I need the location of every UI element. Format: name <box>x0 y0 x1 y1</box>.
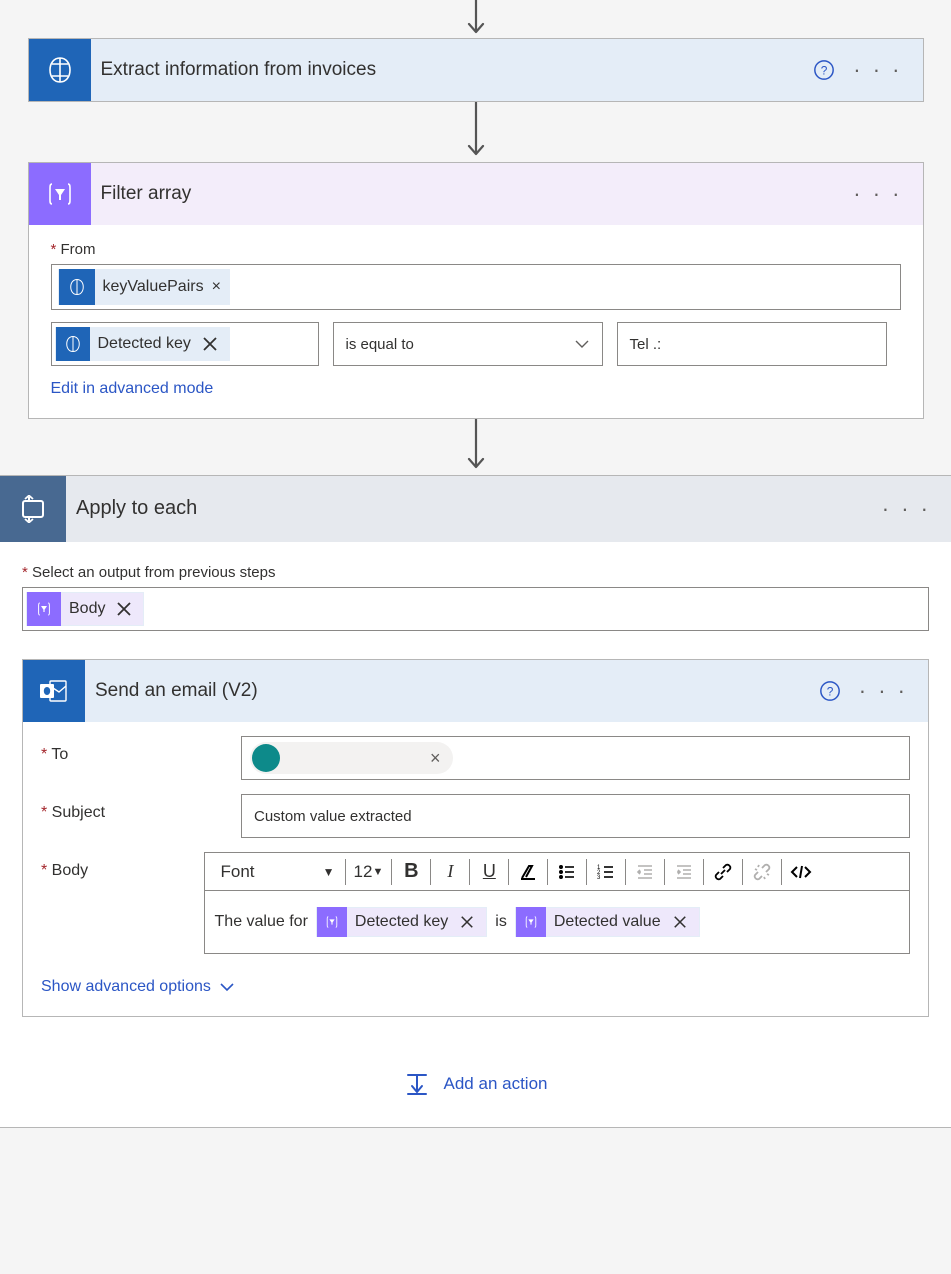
link-button[interactable] <box>708 855 738 889</box>
step-title: Apply to each <box>66 497 882 520</box>
flow-arrow <box>0 419 951 475</box>
subject-label: * Subject <box>41 794 241 822</box>
more-menu[interactable]: · · · <box>853 189 902 199</box>
remove-token[interactable] <box>199 333 221 355</box>
help-icon[interactable]: ? <box>819 680 841 702</box>
token-body[interactable]: Body <box>26 592 144 626</box>
body-content[interactable]: The value for Detected key is Detected v <box>205 891 909 953</box>
text-color-button[interactable] <box>513 855 543 889</box>
more-menu[interactable]: · · · <box>882 504 931 514</box>
condition-operator[interactable]: is equal to <box>333 322 603 366</box>
remove-token[interactable] <box>113 598 135 620</box>
body-label: * Body <box>41 852 204 880</box>
step-send-email[interactable]: Send an email (V2) ? · · · * To × <box>22 659 929 1017</box>
to-label: * To <box>41 736 241 764</box>
step-apply-to-each[interactable]: Apply to each · · · * Select an output f… <box>0 475 951 1128</box>
bold-button[interactable]: B <box>396 855 426 889</box>
ai-token-icon <box>59 269 95 305</box>
filter-token-icon <box>516 907 546 937</box>
from-label: * From <box>51 241 901 258</box>
remove-token[interactable]: × <box>212 278 221 296</box>
token-detected-key[interactable]: Detected key <box>55 327 230 361</box>
more-menu[interactable]: · · · <box>853 65 902 75</box>
remove-recipient[interactable]: × <box>430 748 441 769</box>
svg-text:?: ? <box>821 63 828 77</box>
font-family-select[interactable]: Font ▼ <box>211 855 341 889</box>
outdent-button[interactable] <box>630 855 660 889</box>
help-icon[interactable]: ? <box>813 59 835 81</box>
code-view-button[interactable] <box>786 855 816 889</box>
chevron-down-icon <box>219 979 235 995</box>
number-list-button[interactable]: 123 <box>591 855 621 889</box>
step-extract-invoices[interactable]: Extract information from invoices ? · · … <box>28 38 924 102</box>
filter-token-icon <box>27 592 61 626</box>
ai-builder-icon <box>29 39 91 101</box>
step-filter-array[interactable]: Filter array · · · * From keyValuePairs … <box>28 162 924 419</box>
chevron-down-icon <box>574 336 590 352</box>
ai-token-icon <box>56 327 90 361</box>
bullet-list-button[interactable] <box>552 855 582 889</box>
outlook-icon <box>23 660 85 722</box>
body-editor[interactable]: Font ▼ 12 ▼ B I <box>204 852 910 954</box>
condition-left[interactable]: Detected key <box>51 322 319 366</box>
step-title: Filter array <box>91 183 854 205</box>
remove-token[interactable] <box>669 911 691 933</box>
add-action-button[interactable]: Add an action <box>0 1017 951 1127</box>
unlink-button[interactable] <box>747 855 777 889</box>
step-title: Extract information from invoices <box>91 59 814 81</box>
subject-input[interactable]: Custom value extracted <box>241 794 910 838</box>
condition-right[interactable]: Tel .: <box>617 322 887 366</box>
italic-button[interactable]: I <box>435 855 465 889</box>
token-keyvaluepairs[interactable]: keyValuePairs × <box>58 269 230 305</box>
flow-arrow <box>0 0 951 38</box>
font-size-select[interactable]: 12 ▼ <box>350 855 388 889</box>
flow-arrow <box>0 102 951 162</box>
show-advanced-options-link[interactable]: Show advanced options <box>41 978 235 996</box>
add-step-icon <box>404 1071 430 1097</box>
avatar <box>252 744 280 772</box>
remove-token[interactable] <box>456 911 478 933</box>
indent-button[interactable] <box>669 855 699 889</box>
token-detected-value[interactable]: Detected value <box>515 907 700 937</box>
edit-advanced-mode-link[interactable]: Edit in advanced mode <box>51 380 214 398</box>
recipient-chip[interactable]: × <box>250 742 453 774</box>
svg-text:3: 3 <box>597 875 601 881</box>
more-menu[interactable]: · · · <box>859 686 908 696</box>
select-output-input[interactable]: Body <box>22 587 929 631</box>
rte-toolbar: Font ▼ 12 ▼ B I <box>205 853 909 891</box>
filter-icon <box>29 163 91 225</box>
select-output-label: * Select an output from previous steps <box>22 564 929 581</box>
from-input[interactable]: keyValuePairs × <box>51 264 901 310</box>
step-title: Send an email (V2) <box>85 680 819 702</box>
token-detected-key[interactable]: Detected key <box>316 907 487 937</box>
filter-token-icon <box>317 907 347 937</box>
loop-icon <box>0 476 66 542</box>
svg-text:?: ? <box>826 684 833 698</box>
to-input[interactable]: × <box>241 736 910 780</box>
underline-button[interactable]: U <box>474 855 504 889</box>
